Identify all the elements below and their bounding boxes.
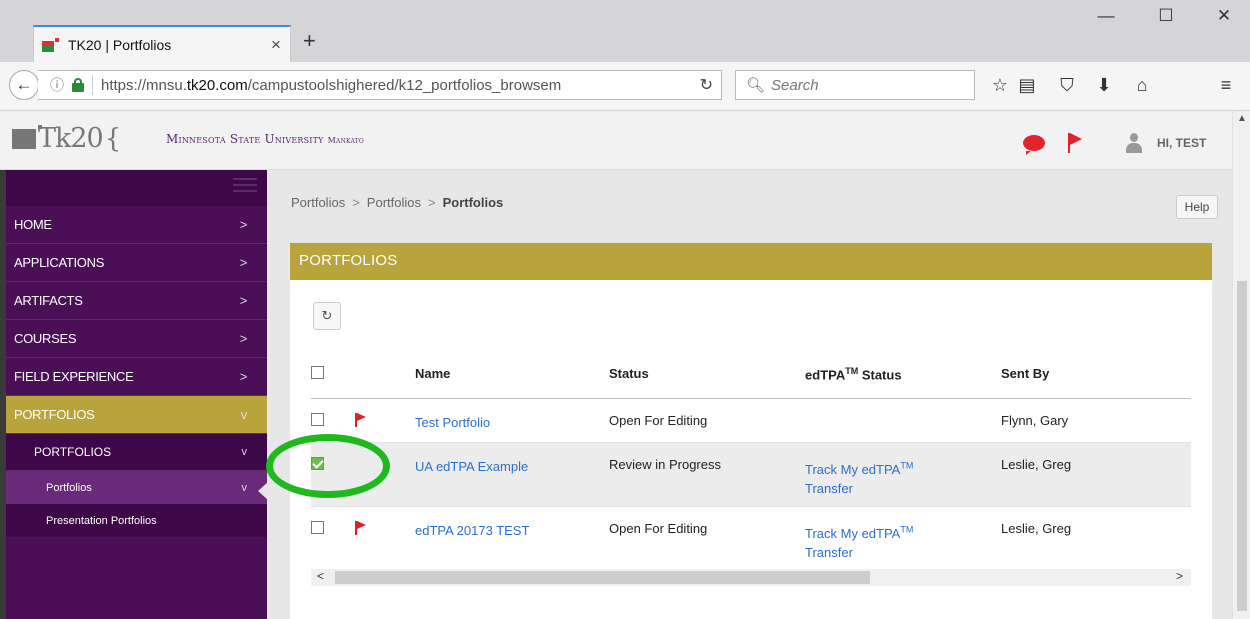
sidebar-item-courses[interactable]: COURSES > [6,320,267,358]
status-text: Open For Editing [609,398,805,443]
sidebar-item-portfolios[interactable]: PORTFOLIOS v [6,396,267,434]
portfolio-name-link[interactable]: UA edTPA Example [415,459,528,474]
breadcrumb: Portfolios > Portfolios > Portfolios [291,195,504,210]
chevron-right-icon: > [239,331,248,346]
chevron-down-icon: v [241,481,248,494]
tk20-logo-mark-icon [12,124,42,149]
portfolio-name-link[interactable]: edTPA 20173 TEST [415,523,529,538]
breadcrumb-current: Portfolios [442,195,504,210]
new-tab-button[interactable]: + [303,28,316,54]
university-campus: Mankato [327,136,364,145]
table-row[interactable]: UA edTPA Example Review in Progress Trac… [311,442,1191,507]
scroll-right-icon[interactable]: > [1176,569,1183,583]
back-arrow-icon[interactable]: ← [9,70,39,100]
chevron-down-icon: v [240,407,248,422]
tk20-logo[interactable]: Tk20 { [12,123,121,154]
tab-close-icon[interactable]: × [262,35,290,55]
sidebar-item-applications[interactable]: APPLICATIONS > [6,244,267,282]
table-horizontal-scrollbar[interactable]: < > [311,569,1191,586]
user-avatar-icon[interactable] [1125,133,1143,153]
sent-by-text: Leslie, Greg [1001,506,1191,571]
flag-icon [355,520,367,535]
column-header-name[interactable]: Name [415,344,609,399]
menu-hamburger-icon[interactable]: ≡ [1212,75,1240,96]
sent-by-text: Leslie, Greg [1001,442,1191,507]
info-icon[interactable]: ⓘ [50,75,68,95]
status-text: Review in Progress [609,442,805,507]
alerts-flag-icon[interactable] [1068,133,1084,153]
minimize-button[interactable]: — [1086,6,1126,26]
highlight-annotation-circle [266,434,390,498]
pocket-icon[interactable]: ⛉ [1053,75,1081,96]
sent-by-text: Flynn, Gary [1001,398,1191,443]
select-all-checkbox[interactable] [311,366,324,380]
browser-tabbar: TK20 | Portfolios × + — ☐ ✕ [0,0,1250,62]
app-header: Tk20 { Minnesota State University Mankat… [0,111,1232,170]
tk20-favicon-icon [42,37,60,52]
breadcrumb-item[interactable]: Portfolios [367,195,421,210]
university-logo: Minnesota State University Mankato [166,132,364,146]
table-row[interactable]: Test Portfolio Open For Editing Flynn, G… [311,398,1191,443]
url-text[interactable]: https://mnsu.tk20.com/campustoolshighere… [101,77,661,94]
portfolios-panel: ↻ Name Status edTPATM Status Sent By Tes… [290,280,1212,619]
table-header-row: Name Status edTPATM Status Sent By [311,344,1191,399]
search-icon: 🔍︎ [746,77,766,94]
download-arrow-icon[interactable]: ⬇ [1090,75,1118,96]
chevron-right-icon: > [239,369,248,384]
flag-icon [355,412,367,427]
university-name: Minnesota State University [166,132,324,146]
close-window-button[interactable]: ✕ [1204,6,1244,26]
user-greeting[interactable]: HI, TEST [1157,136,1206,150]
sidebar-item-field-experience[interactable]: FIELD EXPERIENCE > [6,358,267,396]
lock-icon[interactable] [72,78,84,92]
sidebar: HOME > APPLICATIONS > ARTIFACTS > COURSES > … [6,170,267,619]
panel-title: PORTFOLIOS [290,243,1212,280]
chevron-right-icon: > [239,255,248,270]
row-checkbox[interactable] [311,520,324,534]
chat-bubble-icon[interactable] [1023,135,1045,155]
browser-navbar: ← ⓘ https://mnsu.tk20.com/campustoolshig… [0,62,1250,111]
track-edtpa-link[interactable]: Track My edTPATM Transfer [805,461,913,496]
sidebar-item-home[interactable]: HOME > [6,206,267,244]
sidebar-toggle[interactable] [6,170,267,206]
hamburger-icon[interactable] [233,178,257,192]
breadcrumb-item[interactable]: Portfolios [291,195,345,210]
reading-list-icon[interactable]: ▤ [1013,75,1041,96]
refresh-button[interactable]: ↻ [313,302,341,330]
portfolios-table: Name Status edTPATM Status Sent By Test … [311,344,1191,571]
home-icon[interactable]: ⌂ [1128,75,1156,96]
address-bar[interactable]: ⓘ https://mnsu.tk20.com/campustoolshighe… [38,70,722,100]
column-header-edtpa-status[interactable]: edTPATM Status [805,344,1001,399]
column-header-status[interactable]: Status [609,344,805,399]
chevron-right-icon: > [239,293,248,308]
help-button[interactable]: Help [1176,195,1218,219]
chevron-down-icon: v [241,446,248,458]
row-checkbox[interactable] [311,412,324,426]
sidebar-subitem-portfolios-list[interactable]: Portfolios v [6,471,267,504]
main-content: Portfolios > Portfolios > Portfolios Help PO… [267,170,1232,619]
status-text: Open For Editing [609,506,805,571]
portfolio-name-link[interactable]: Test Portfolio [415,415,490,430]
maximize-button[interactable]: ☐ [1146,6,1186,26]
tab-title: TK20 | Portfolios [68,36,172,53]
sidebar-subitem-presentation-portfolios[interactable]: Presentation Portfolios [6,504,267,537]
column-header-sent-by[interactable]: Sent By [1001,344,1191,399]
chevron-right-icon: > [239,217,248,232]
table-row[interactable]: edTPA 20173 TEST Open For Editing Track … [311,506,1191,571]
browser-search-input[interactable]: 🔍︎ Search [735,70,975,100]
track-edtpa-link[interactable]: Track My edTPATM Transfer [805,525,913,560]
sidebar-subitem-portfolios[interactable]: PORTFOLIOS v [6,434,267,471]
reload-icon[interactable]: ↻ [700,75,713,95]
sidebar-item-artifacts[interactable]: ARTIFACTS > [6,282,267,320]
scroll-left-icon[interactable]: < [317,569,324,583]
bookmark-star-icon[interactable]: ☆ [986,75,1014,96]
browser-tab[interactable]: TK20 | Portfolios × [33,25,291,62]
page-vertical-scrollbar[interactable]: ▲ [1232,111,1250,619]
